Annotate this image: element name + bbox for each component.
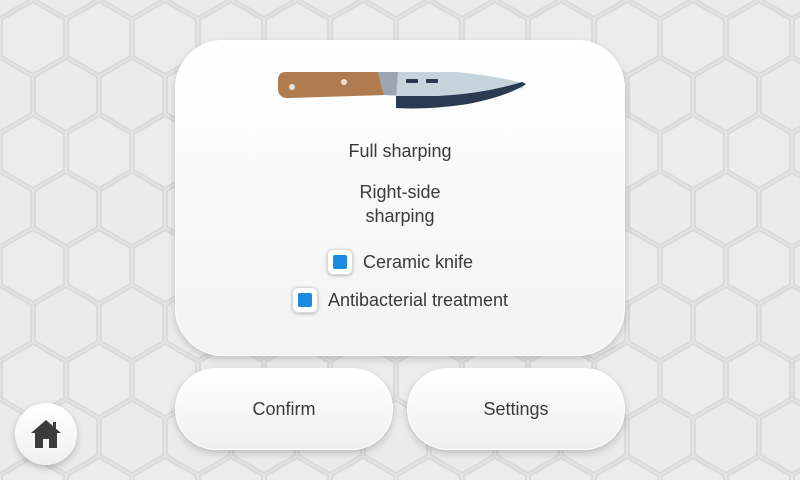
- right-side-label-line1: Right-side: [359, 182, 441, 202]
- checkbox-checked-mark: [297, 293, 312, 307]
- knife-icon: [278, 72, 526, 109]
- ceramic-knife-label: Ceramic knife: [362, 251, 474, 272]
- settings-button[interactable]: Settings: [407, 368, 625, 450]
- checkbox-checked-mark: [332, 255, 347, 269]
- antibacterial-row[interactable]: Antibacterial treatment: [175, 287, 625, 313]
- confirm-button[interactable]: Confirm: [175, 368, 393, 450]
- right-side-label-line2: sharping: [365, 206, 435, 226]
- antibacterial-label: Antibacterial treatment: [327, 289, 509, 310]
- ceramic-knife-row[interactable]: Ceramic knife: [175, 249, 625, 275]
- right-side-sharpening-option[interactable]: Right-side sharping: [175, 180, 625, 228]
- home-button[interactable]: [15, 403, 77, 465]
- antibacterial-checkbox[interactable]: [291, 287, 318, 313]
- options-card: Full sharping Right-side sharping Cerami…: [175, 40, 625, 356]
- ceramic-knife-checkbox[interactable]: [326, 249, 353, 275]
- full-sharpening-option[interactable]: Full sharping: [175, 139, 625, 163]
- home-icon: [31, 420, 61, 448]
